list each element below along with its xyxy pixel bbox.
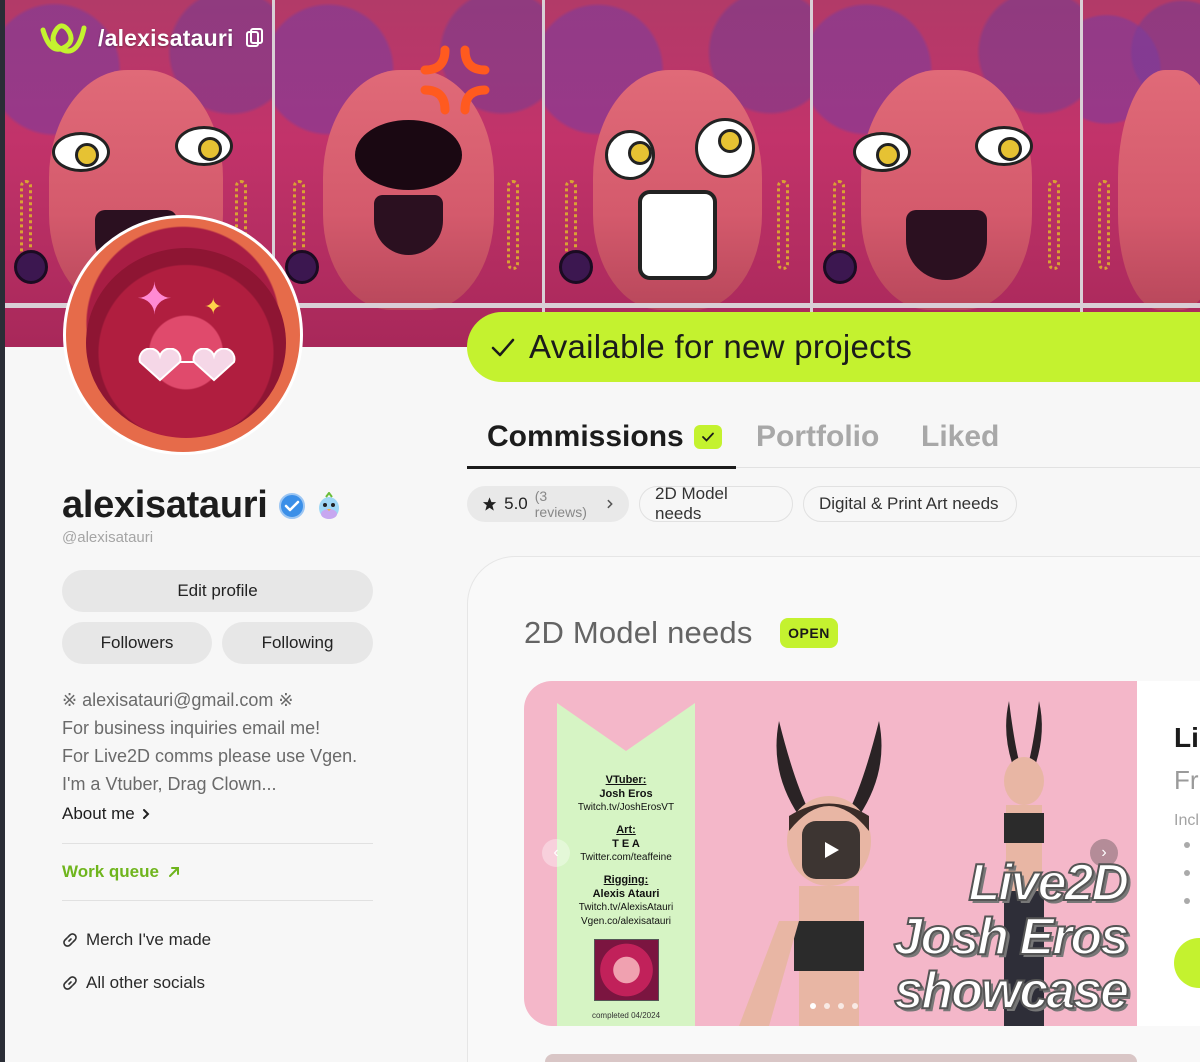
divider	[62, 843, 373, 844]
commission-title: 2D Model needs	[524, 615, 753, 650]
edit-profile-button[interactable]: Edit profile	[62, 570, 373, 612]
category-chip-digital-print[interactable]: Digital & Print Art needs	[803, 486, 1017, 522]
bullet	[1184, 842, 1190, 848]
showcase-media[interactable]: VTuber: Josh Eros Twitch.tv/JoshErosVT A…	[524, 681, 1137, 1026]
bio-line: I'm a Vtuber, Drag Clown...	[62, 774, 277, 794]
link-label: Merch I've made	[86, 930, 212, 949]
active-tab-indicator	[467, 466, 736, 469]
play-icon	[825, 842, 839, 858]
sparkle-icon: ✦	[136, 275, 173, 324]
status-badge: OPEN	[780, 618, 838, 648]
carousel-dots	[810, 1003, 858, 1009]
banner-panel	[275, 0, 545, 347]
avatar-thumbnail	[594, 939, 659, 1001]
showcase-title: Live2D Josh Eros showcase	[893, 854, 1130, 1020]
bio: ※ alexisatauri@gmail.com ※ For business …	[62, 686, 392, 798]
tab-liked[interactable]: Liked	[921, 420, 999, 454]
bullet	[1184, 870, 1190, 876]
availability-banner: Available for new projects	[467, 312, 1200, 382]
bird-badge-icon	[318, 491, 339, 519]
link-merch[interactable]: Merch I've made	[62, 930, 211, 950]
display-name: alexisatauri	[62, 484, 268, 526]
carousel-dot[interactable]	[838, 1003, 844, 1009]
carousel-prev-button[interactable]: ‹	[542, 839, 570, 867]
chevron-right-icon	[142, 809, 150, 819]
sparkle-icon: ✦	[204, 294, 223, 319]
review-count: (3 reviews)	[534, 488, 587, 520]
rating-score: 5.0	[504, 494, 528, 513]
page: /alexisatauri ✦ ✦ Available for new proj…	[0, 0, 1200, 1062]
check-icon	[491, 338, 515, 357]
credits-notch	[557, 703, 695, 751]
logo-icon[interactable]	[38, 20, 88, 56]
rating-chip[interactable]: 5.0 (3 reviews)	[467, 486, 629, 522]
avatar[interactable]: ✦ ✦	[63, 215, 303, 455]
brand: /alexisatauri	[38, 20, 264, 56]
included-label: Incl	[1174, 812, 1199, 829]
tab-label: Commissions	[487, 420, 684, 453]
banner-panel	[813, 0, 1083, 347]
link-label: All other socials	[86, 973, 206, 992]
availability-text: Available for new projects	[529, 328, 913, 365]
window-edge	[0, 0, 5, 1062]
divider	[62, 900, 373, 901]
play-button[interactable]	[802, 821, 860, 879]
carousel-dot[interactable]	[852, 1003, 858, 1009]
following-button[interactable]: Following	[222, 622, 373, 664]
next-media-preview	[545, 1054, 1137, 1062]
username-handle: @alexisatauri	[62, 529, 154, 546]
category-chip-2d-model[interactable]: 2D Model needs	[639, 484, 793, 523]
credits-text: VTuber: Josh Eros Twitch.tv/JoshErosVT A…	[577, 774, 675, 927]
link-socials[interactable]: All other socials	[62, 973, 205, 993]
copy-icon[interactable]	[245, 28, 264, 48]
check-icon	[693, 425, 722, 449]
bio-line: For business inquiries email me!	[62, 718, 321, 738]
bio-line: ※ alexisatauri@gmail.com ※	[62, 690, 294, 710]
commission-info-title: Li	[1174, 722, 1199, 753]
tab-portfolio[interactable]: Portfolio	[756, 420, 879, 454]
profile-url-handle: /alexisatauri	[98, 24, 234, 51]
work-queue-link[interactable]: Work queue	[62, 862, 181, 882]
about-me-link[interactable]: About me	[62, 804, 151, 824]
carousel-dot[interactable]	[824, 1003, 830, 1009]
link-icon	[63, 976, 77, 990]
profile-name-row: alexisatauri	[62, 484, 342, 527]
heart-glasses-icon	[138, 348, 236, 382]
bullet	[1184, 898, 1190, 904]
followers-button[interactable]: Followers	[62, 622, 212, 664]
star-icon	[482, 497, 497, 511]
bio-line: For Live2D comms please use Vgen.	[62, 746, 358, 766]
completed-date: completed 04/2024	[591, 1011, 661, 1020]
tab-commissions[interactable]: Commissions	[487, 420, 722, 454]
banner-panel	[545, 0, 813, 347]
banner-panel	[1083, 0, 1200, 347]
arrow-up-right-icon	[168, 867, 179, 877]
about-me-label: About me	[62, 804, 135, 823]
carousel-dot[interactable]	[810, 1003, 816, 1009]
verified-icon	[278, 492, 305, 519]
chevron-right-icon	[607, 499, 614, 509]
work-queue-label: Work queue	[62, 862, 159, 881]
link-icon	[63, 933, 77, 947]
commission-price: Fr	[1174, 765, 1199, 795]
